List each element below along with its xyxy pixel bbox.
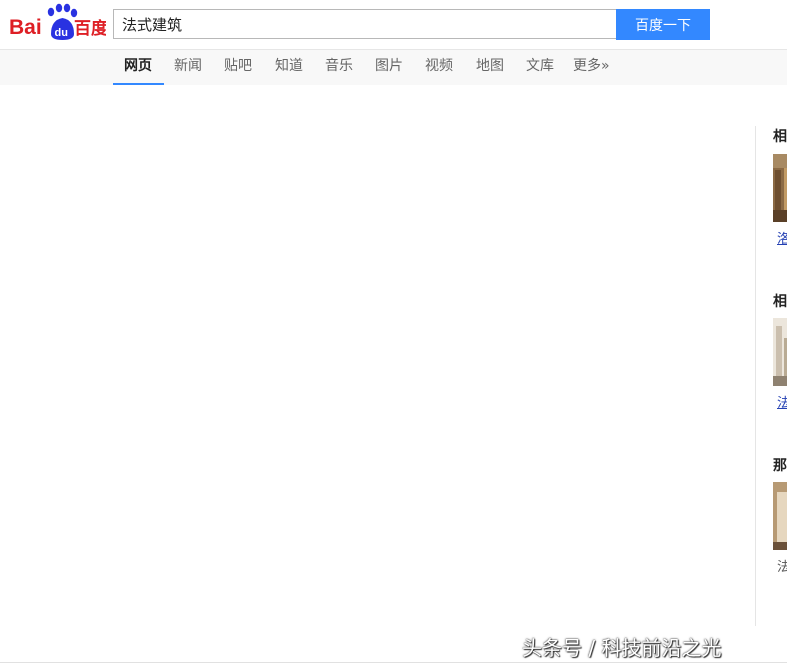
tab-more[interactable]: 更多» — [573, 50, 610, 85]
bottom-divider — [0, 662, 787, 663]
sidebar-thumbnail[interactable] — [773, 154, 787, 222]
sidebar-section-title: 那 — [773, 458, 787, 474]
sidebar-thumbnail[interactable] — [773, 318, 787, 386]
paw-pad-icon — [55, 3, 63, 13]
baidu-logo[interactable]: Bai du 百度 — [8, 3, 106, 43]
search-button[interactable]: 百度一下 — [616, 9, 710, 40]
watermark: 头条号 / 科技前沿之光 — [522, 636, 722, 660]
tab-map[interactable]: 地图 — [476, 50, 504, 85]
tab-tieba[interactable]: 贴吧 — [224, 50, 252, 85]
logo-latin: Bai — [9, 16, 42, 39]
paw-pad-icon — [63, 3, 71, 13]
sidebar-thumbnail[interactable] — [773, 482, 787, 550]
sidebar-link[interactable]: 洛 — [777, 228, 787, 247]
tab-news[interactable]: 新闻 — [174, 50, 202, 85]
tab-images[interactable]: 图片 — [375, 50, 403, 85]
tab-wenku[interactable]: 文库 — [526, 50, 554, 85]
logo-cn: 百度 — [74, 18, 106, 39]
logo-paw-text: du — [55, 27, 68, 39]
tab-zhidao[interactable]: 知道 — [275, 50, 303, 85]
search-box — [113, 9, 616, 39]
right-sidebar: 相 洛 相 法 那 法 — [755, 126, 787, 626]
tab-music[interactable]: 音乐 — [325, 50, 353, 85]
sidebar-link[interactable]: 法 — [777, 556, 787, 575]
active-tab-indicator — [113, 83, 164, 85]
sidebar-link[interactable]: 法 — [777, 392, 787, 411]
tab-web[interactable]: 网页 — [124, 50, 152, 85]
paw-pad-icon — [70, 8, 78, 18]
header: Bai du 百度 百度一下 — [0, 0, 787, 49]
paw-pad-icon — [47, 7, 55, 17]
tab-video[interactable]: 视频 — [425, 50, 453, 85]
nav-tabs: 网页 新闻 贴吧 知道 音乐 图片 视频 地图 文库 更多» — [0, 49, 787, 85]
search-input[interactable] — [114, 10, 616, 38]
sidebar-section-title: 相 — [773, 129, 787, 145]
sidebar-section-title: 相 — [773, 294, 787, 310]
